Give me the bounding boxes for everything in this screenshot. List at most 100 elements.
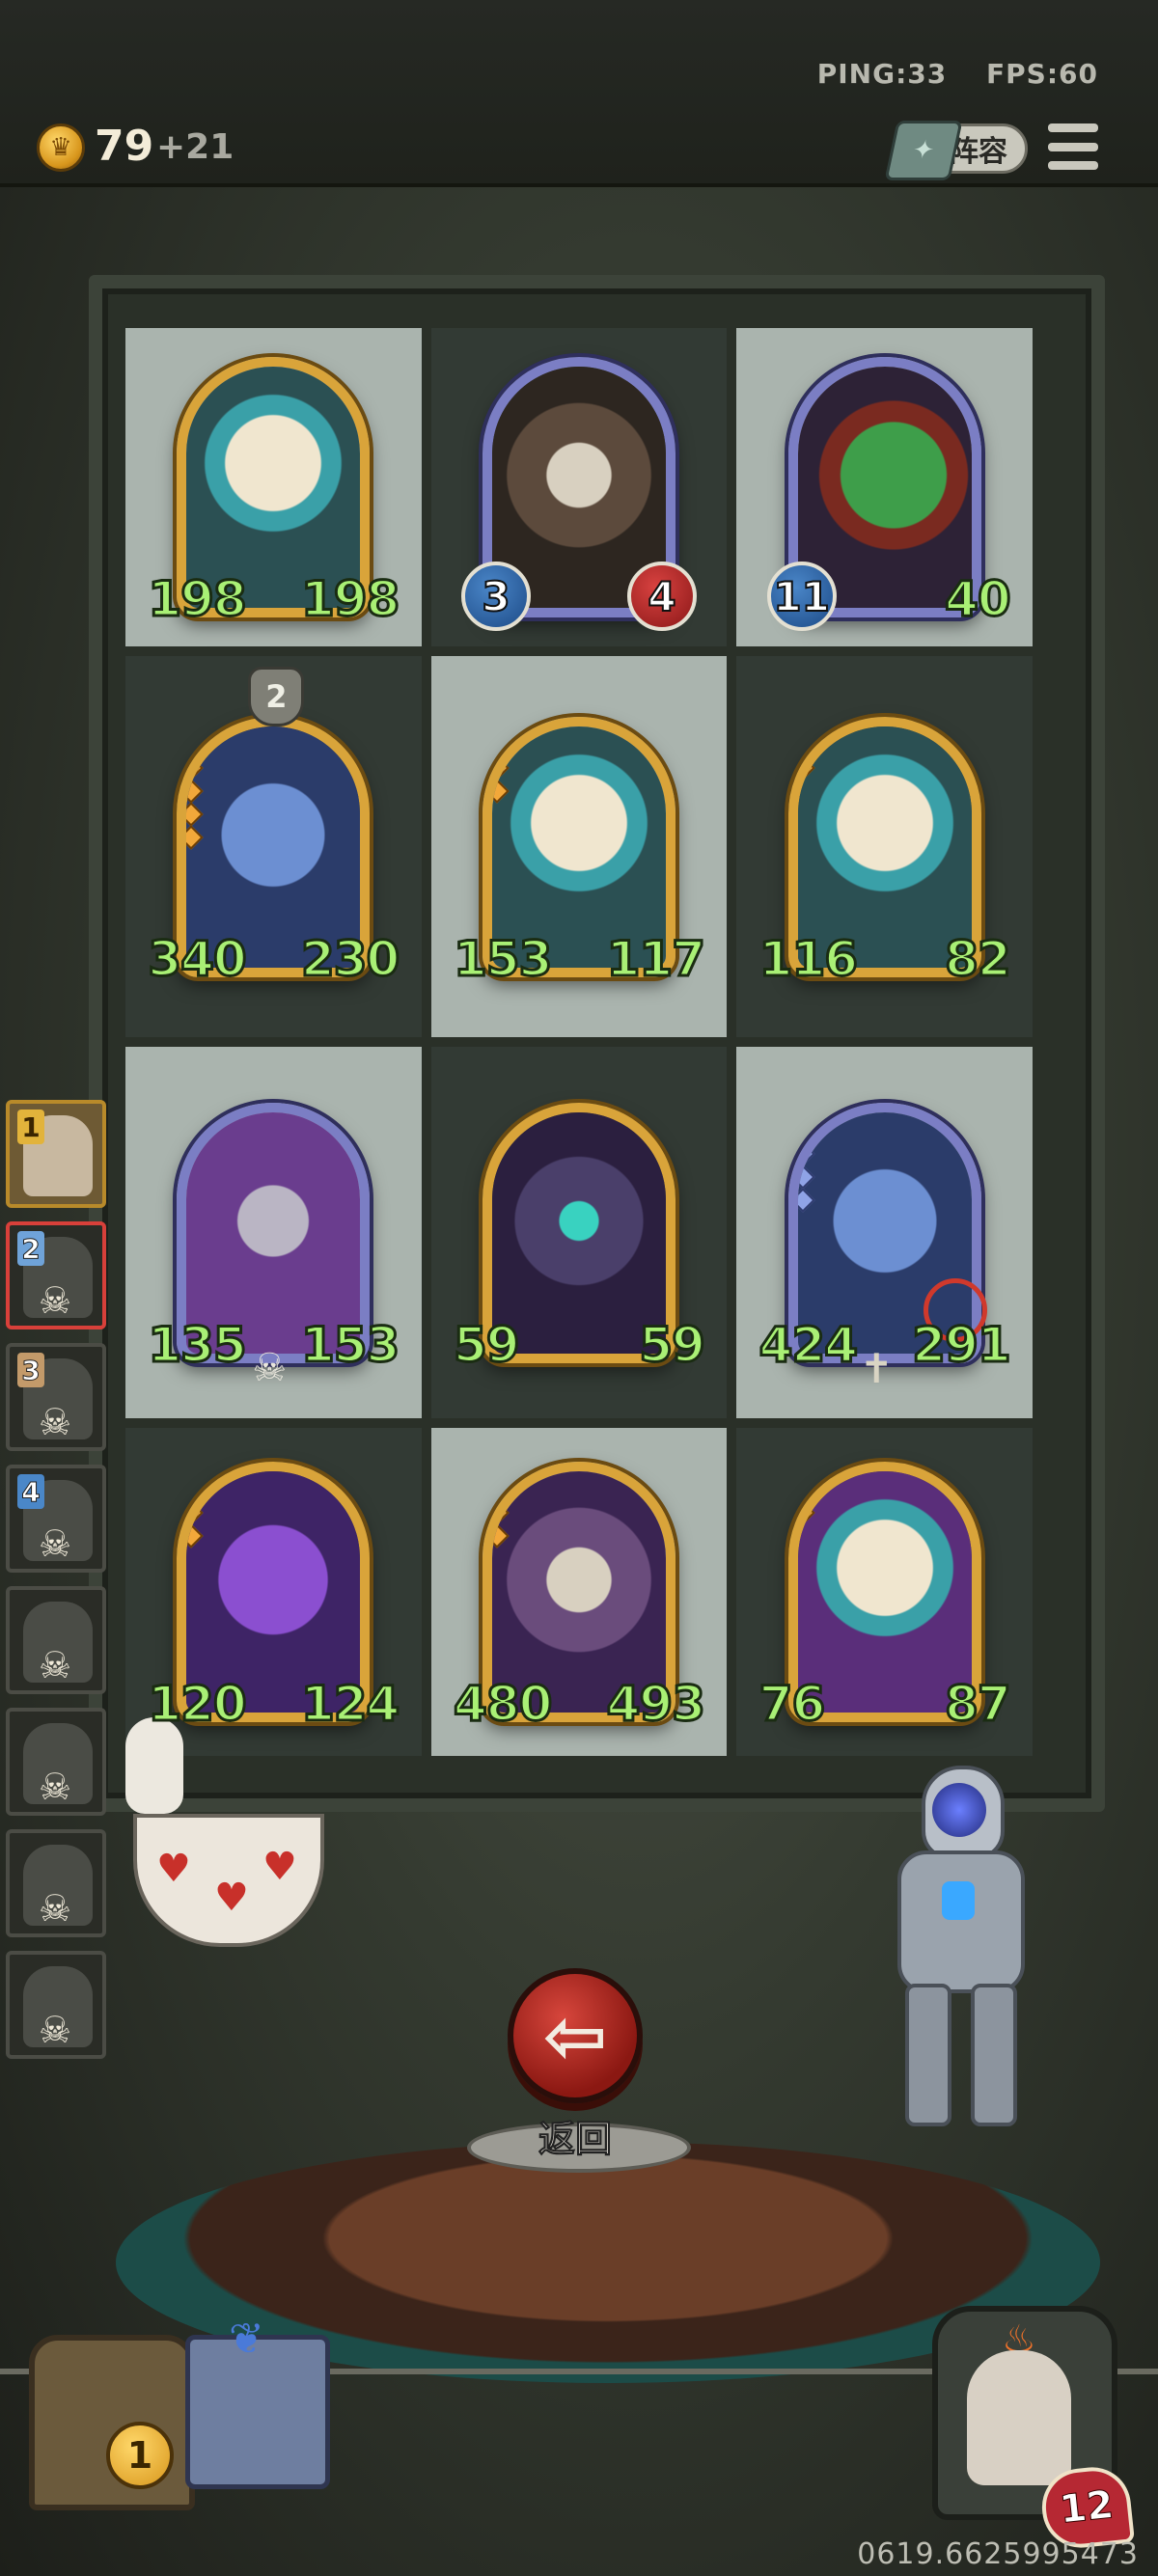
rank-gem-icon <box>797 1500 815 1525</box>
player-avatar <box>967 2350 1071 2485</box>
rank-gems <box>797 372 815 397</box>
opponent-roster: 1 2 ☠ 3 ☠ 4 ☠ ☠ ☠ ☠ ☠ <box>6 1100 110 2072</box>
unit-portrait <box>797 1471 972 1713</box>
rank-gem-icon <box>491 1523 510 1548</box>
opponent-rank: 1 <box>17 1110 44 1144</box>
unit-portrait <box>186 1471 361 1713</box>
fps-readout: FPS:60 <box>986 58 1098 90</box>
menu-bar-icon <box>1048 161 1098 170</box>
build-code: 0619.6625995473 <box>857 2537 1139 2571</box>
menu-bar-icon <box>1048 142 1098 151</box>
opponent-rank: 4 <box>17 1474 44 1509</box>
board-cell[interactable]: 34 <box>430 328 728 646</box>
rank-gem-icon <box>186 824 205 850</box>
skull-icon: ☠ <box>39 1522 72 1565</box>
board-cell[interactable]: 59 59 <box>430 1047 728 1418</box>
rank-gems <box>797 1117 815 1213</box>
gift-box-button[interactable]: ❦ <box>185 2315 330 2489</box>
board-cell[interactable]: 198 198 <box>125 328 422 646</box>
ping-readout: PING:33 <box>816 58 948 90</box>
network-stats: PING:33 FPS:60 <box>788 58 1098 90</box>
unit-card-horned-demon[interactable] <box>482 357 676 617</box>
unit-card-horned-dragon-knight[interactable] <box>177 1102 371 1363</box>
rank-gem-icon <box>491 754 510 781</box>
rank-gem-icon <box>797 372 815 397</box>
opponent-rank: 2 <box>17 1231 44 1266</box>
unit-portrait <box>491 367 666 608</box>
rank-gem-icon <box>797 731 815 757</box>
opponent-rank: 3 <box>17 1353 44 1387</box>
skull-icon: ☠ <box>39 1279 72 1322</box>
board-cell[interactable]: 424 291 ✝ <box>736 1047 1033 1418</box>
rank-gem-icon <box>491 1477 510 1502</box>
skull-icon: ☠ <box>39 1644 72 1686</box>
treasure-chest-button[interactable] <box>29 2335 195 2510</box>
rank-gem-icon <box>797 1477 815 1502</box>
back-button[interactable]: ⇦ <box>508 1968 643 2103</box>
rank-gem-icon <box>186 1477 205 1502</box>
robot-leg <box>971 1984 1017 2126</box>
opponent-slot[interactable]: ☠ <box>6 1586 106 1694</box>
menu-bar-icon <box>1048 123 1098 132</box>
rank-gems <box>186 1477 205 1548</box>
unit-card-blue-toad-dragon[interactable] <box>787 1102 981 1363</box>
book-icon: ✦ <box>884 121 963 180</box>
robot-leg <box>905 1984 951 2126</box>
unit-portrait <box>797 1111 972 1354</box>
unit-card-teal-serpent-dragon[interactable] <box>482 716 676 977</box>
rank-gem-icon <box>491 1500 510 1525</box>
rank-gem-icon <box>797 1187 815 1213</box>
unit-card-teal-serpent-dragon[interactable] <box>787 1462 981 1722</box>
opponent-slot[interactable]: ☠ <box>6 1951 106 2059</box>
unit-card-green-horned-croc[interactable] <box>787 357 981 617</box>
rank-gems <box>491 731 510 804</box>
board-cell[interactable]: 11 40 <box>736 328 1033 646</box>
unit-card-teal-serpent-dragon[interactable] <box>177 357 371 617</box>
unit-card-horned-demon[interactable] <box>482 1462 676 1722</box>
opponent-slot[interactable]: ☠ <box>6 1708 106 1816</box>
board-cell[interactable]: 120 124 <box>125 1428 422 1756</box>
opponent-slot[interactable]: 4 ☠ <box>6 1465 106 1573</box>
rank-gems <box>797 1477 815 1525</box>
robot-hero <box>868 1766 1042 2132</box>
rank-gems <box>797 731 815 781</box>
lineup-button[interactable]: ✦ 阵容 <box>884 121 1028 180</box>
chest-count-badge: 1 <box>106 2422 174 2489</box>
rank-gems <box>186 1117 205 1143</box>
opponent-slot[interactable]: 3 ☠ <box>6 1343 106 1451</box>
unit-portrait <box>186 1111 361 1354</box>
unit-card-violet-dragon[interactable] <box>177 1462 371 1722</box>
rank-gem-icon <box>797 1140 815 1166</box>
rank-gems <box>186 372 205 397</box>
skull-icon: ☠ <box>39 2009 72 2051</box>
menu-button[interactable] <box>1048 123 1098 170</box>
rank-gem-icon <box>186 1117 205 1143</box>
unit-card-blue-toad-dragon[interactable] <box>177 716 371 977</box>
unit-portrait <box>186 367 361 608</box>
unit-portrait <box>491 1111 666 1354</box>
unit-portrait <box>186 726 361 968</box>
board-cell[interactable]: 116 82 <box>736 656 1033 1037</box>
opponent-slot[interactable]: 2 ☠ <box>6 1221 106 1329</box>
rank-gem-icon <box>491 731 510 757</box>
opponent-slot[interactable]: 1 <box>6 1100 106 1208</box>
gold-coin-icon: ♛ <box>37 123 85 172</box>
board-cell[interactable]: 76 87 <box>736 1428 1033 1756</box>
unit-card-teal-serpent-dragon[interactable] <box>787 716 981 977</box>
board-cell[interactable]: 153 117 <box>430 656 728 1037</box>
robot-body <box>897 1850 1025 1993</box>
gold-income: +21 <box>156 127 234 167</box>
board-cell[interactable]: 480 493 <box>430 1428 728 1756</box>
unit-portrait <box>797 726 972 968</box>
unit-card-spectral-wraith[interactable] <box>482 1102 676 1363</box>
board-cell[interactable]: 135 153 ☠ <box>125 1047 422 1418</box>
robot-core <box>942 1881 975 1920</box>
rank-gem-icon <box>186 1500 205 1525</box>
gold-amount: 79 <box>95 122 154 171</box>
rank-gems <box>186 731 205 850</box>
unit-portrait <box>491 1471 666 1713</box>
rank-gem-icon <box>186 731 205 757</box>
board-cell[interactable]: 340 230 2 <box>125 656 422 1037</box>
unit-grid: 198 198 3 4 11 40 340 230 2 153 117 116 82 135 153 ☠ 59 5… <box>125 328 1033 1756</box>
opponent-slot[interactable]: ☠ <box>6 1829 106 1937</box>
